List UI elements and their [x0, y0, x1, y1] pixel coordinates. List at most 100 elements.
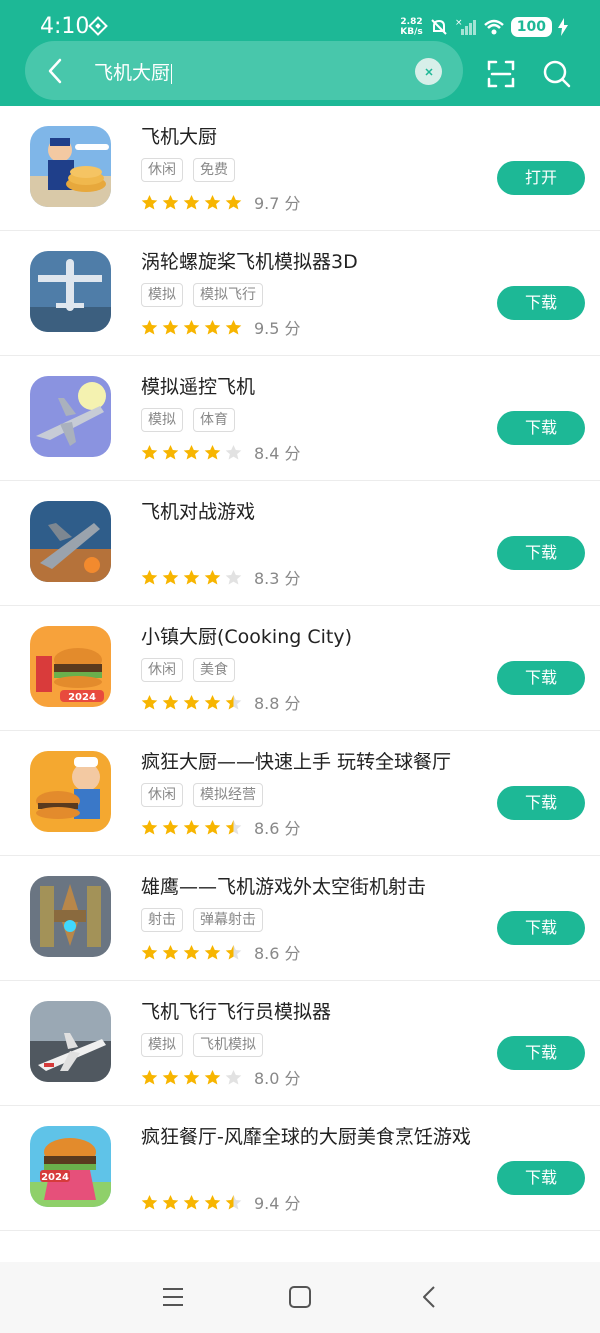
download-button[interactable]: 下载	[497, 286, 585, 320]
star-icon	[162, 1069, 179, 1084]
clear-button[interactable]	[415, 58, 442, 85]
app-title[interactable]: 飞机大厨	[141, 122, 217, 149]
star-icon	[141, 694, 158, 709]
app-result-item[interactable]: 飞机大厨 休闲 免费 9.7 分 打开	[0, 106, 600, 231]
download-button[interactable]: 下载	[497, 1036, 585, 1070]
app-icon[interactable]	[30, 126, 111, 207]
star-icon	[183, 569, 200, 584]
app-rating: 9.5 分	[141, 315, 301, 339]
star-icon	[204, 694, 221, 709]
app-tags: 射击 弹幕射击	[141, 908, 263, 932]
star-icon	[141, 444, 158, 459]
app-title[interactable]: 飞机飞行飞行员模拟器	[141, 997, 331, 1024]
app-tag: 弹幕射击	[193, 908, 263, 932]
app-title[interactable]: 小镇大厨(Cooking City)	[141, 622, 352, 649]
app-icon[interactable]: 2024	[30, 1126, 111, 1207]
app-title[interactable]: 涡轮螺旋桨飞机模拟器3D	[141, 247, 358, 274]
app-title[interactable]: 雄鹰——飞机游戏外太空街机射击	[141, 872, 426, 899]
star-icon	[162, 569, 179, 584]
star-rating	[141, 194, 242, 211]
download-button[interactable]: 下载	[497, 411, 585, 445]
app-icon[interactable]	[30, 251, 111, 332]
app-tag: 模拟经营	[193, 783, 263, 807]
download-button[interactable]: 下载	[497, 786, 585, 820]
system-nav-bar	[0, 1262, 600, 1333]
rating-score: 8.8 分	[254, 694, 301, 713]
app-result-item[interactable]: 模拟遥控飞机 模拟 体育 8.4 分 下载	[0, 356, 600, 481]
app-icon[interactable]	[30, 376, 111, 457]
app-tag: 休闲	[141, 158, 183, 182]
results-list: 飞机大厨 休闲 免费 9.7 分 打开 涡轮螺旋桨飞机模拟器3D 模拟 模拟飞行 9…	[0, 106, 600, 1231]
app-title[interactable]: 模拟遥控飞机	[141, 372, 255, 399]
app-rating: 8.8 分	[141, 690, 301, 714]
search-query: 飞机大厨	[94, 62, 171, 84]
star-icon	[225, 944, 242, 959]
star-icon	[204, 1194, 221, 1209]
open-button[interactable]: 打开	[497, 161, 585, 195]
app-icon[interactable]	[30, 501, 111, 582]
download-button[interactable]: 下载	[497, 911, 585, 945]
star-icon	[141, 569, 158, 584]
app-rating: 8.0 分	[141, 1065, 301, 1089]
app-title[interactable]: 疯狂大厨——快速上手 玩转全球餐厅	[141, 747, 451, 774]
star-icon	[204, 194, 221, 209]
svg-text:2024: 2024	[68, 692, 96, 703]
star-icon	[162, 944, 179, 959]
back-icon[interactable]	[416, 1284, 442, 1310]
app-result-item[interactable]: 飞机飞行飞行员模拟器 模拟 飞机模拟 8.0 分 下载	[0, 981, 600, 1106]
download-button[interactable]: 下载	[497, 661, 585, 695]
star-rating	[141, 694, 242, 711]
app-result-item[interactable]: 2024 小镇大厨(Cooking City) 休闲 美食 8.8 分 下载	[0, 606, 600, 731]
home-icon[interactable]	[287, 1284, 313, 1310]
star-icon	[141, 194, 158, 209]
star-icon	[162, 694, 179, 709]
star-icon	[141, 1194, 158, 1209]
app-title[interactable]: 飞机对战游戏	[141, 497, 255, 524]
mute-bell-icon	[431, 19, 447, 35]
app-tag: 模拟	[141, 408, 183, 432]
search-icon[interactable]	[542, 59, 572, 89]
app-icon[interactable]	[30, 751, 111, 832]
star-icon	[141, 319, 158, 334]
app-tags: 休闲 美食	[141, 658, 235, 682]
app-result-item[interactable]: 疯狂大厨——快速上手 玩转全球餐厅 休闲 模拟经营 8.6 分 下载	[0, 731, 600, 856]
net-speed-value: 2.82	[400, 17, 423, 27]
app-tag: 免费	[193, 158, 235, 182]
app-rating: 8.6 分	[141, 815, 301, 839]
star-rating	[141, 1069, 242, 1086]
star-icon	[183, 444, 200, 459]
app-result-item[interactable]: 雄鹰——飞机游戏外太空街机射击 射击 弹幕射击 8.6 分 下载	[0, 856, 600, 981]
app-icon[interactable]: 2024	[30, 626, 111, 707]
star-icon	[204, 444, 221, 459]
app-result-item[interactable]: 飞机对战游戏 8.3 分 下载	[0, 481, 600, 606]
app-title[interactable]: 疯狂餐厅-风靡全球的大厨美食烹饪游戏	[141, 1122, 471, 1149]
app-icon[interactable]	[30, 1001, 111, 1082]
svg-text:×: ×	[455, 18, 463, 28]
star-icon	[225, 444, 242, 459]
app-result-item[interactable]: 涡轮螺旋桨飞机模拟器3D 模拟 模拟飞行 9.5 分 下载	[0, 231, 600, 356]
star-icon	[204, 319, 221, 334]
app-tag: 飞机模拟	[193, 1033, 263, 1057]
app-tags: 模拟 模拟飞行	[141, 283, 263, 307]
star-rating	[141, 819, 242, 836]
menu-icon[interactable]	[160, 1284, 186, 1310]
clear-icon	[424, 67, 433, 76]
search-input[interactable]: 飞机大厨	[94, 58, 173, 85]
scan-icon[interactable]	[486, 59, 516, 89]
svg-text:2024: 2024	[41, 1172, 69, 1183]
app-rating: 8.4 分	[141, 440, 301, 464]
app-tags: 模拟 飞机模拟	[141, 1033, 263, 1057]
status-icons: 2.82 KB/s × 100	[400, 14, 568, 40]
star-rating	[141, 944, 242, 961]
star-icon	[162, 1194, 179, 1209]
star-icon	[183, 1069, 200, 1084]
app-result-item[interactable]: 2024 疯狂餐厅-风靡全球的大厨美食烹饪游戏 9.4 分 下载	[0, 1106, 600, 1231]
download-button[interactable]: 下载	[497, 536, 585, 570]
download-button[interactable]: 下载	[497, 1161, 585, 1195]
rating-score: 8.6 分	[254, 819, 301, 838]
app-icon[interactable]	[30, 876, 111, 957]
star-icon	[183, 944, 200, 959]
search-bar[interactable]	[25, 41, 463, 100]
chevron-left-icon[interactable]	[40, 56, 70, 86]
header: 4:10 2.82 KB/s × 100 飞机大厨	[0, 0, 600, 106]
